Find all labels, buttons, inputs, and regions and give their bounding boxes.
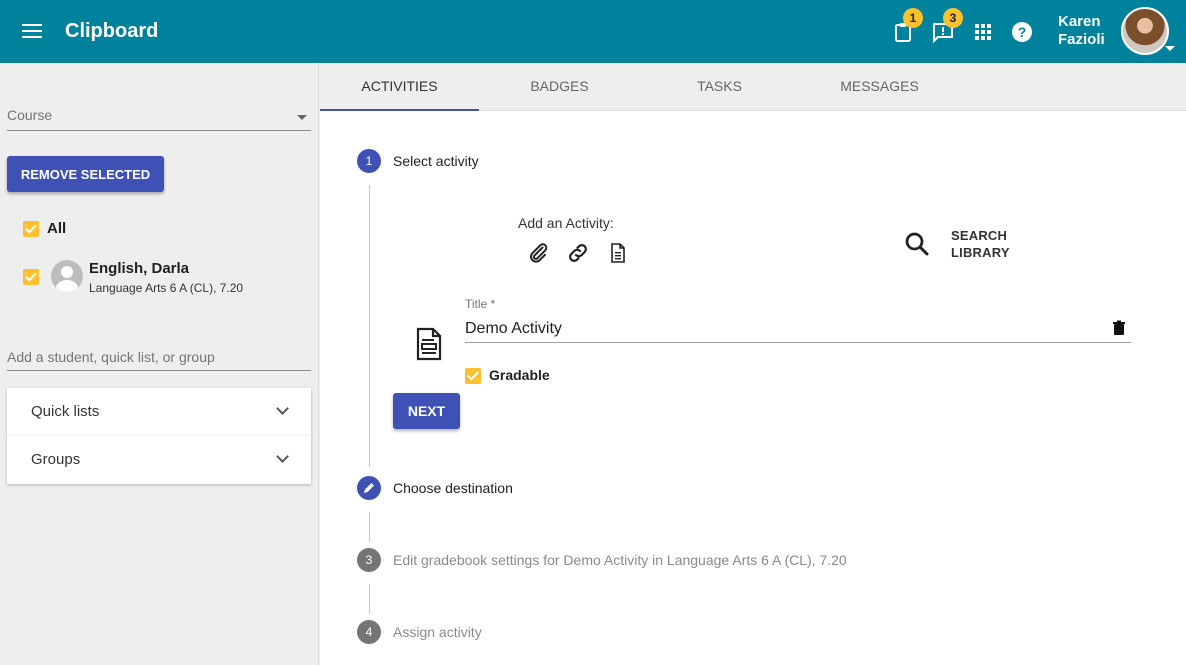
title-field-label: Title * (465, 297, 496, 311)
trash-icon[interactable] (1112, 320, 1126, 336)
edit-pencil-icon (364, 483, 374, 493)
messages-badge: 3 (943, 8, 963, 28)
caret-down-icon[interactable] (1165, 46, 1175, 51)
tab-messages[interactable]: MESSAGES (800, 63, 959, 111)
app-title: Clipboard (65, 20, 159, 42)
groups-panel[interactable]: Groups (7, 436, 311, 484)
student-avatar-icon (51, 260, 83, 292)
course-placeholder: Course (7, 107, 53, 123)
student-checkbox[interactable] (23, 269, 39, 285)
gradable-checkbox[interactable] (465, 368, 481, 384)
step-connector (369, 512, 370, 542)
tab-bar: ACTIVITIES BADGES TASKS MESSAGES (320, 63, 1186, 111)
link-icon[interactable] (566, 241, 590, 265)
title-input[interactable] (465, 315, 1131, 343)
clipboard-icon[interactable]: 1 (891, 8, 923, 44)
step-4-label: Assign activity (393, 624, 482, 640)
next-button[interactable]: NEXT (393, 393, 460, 429)
clipboard-badge: 1 (903, 8, 923, 28)
apps-grid-icon[interactable] (971, 20, 995, 44)
tab-tasks[interactable]: TASKS (640, 63, 799, 111)
document-icon[interactable] (606, 241, 630, 265)
chevron-down-icon (276, 450, 289, 463)
chevron-down-icon (276, 402, 289, 415)
quick-lists-panel[interactable]: Quick lists (7, 388, 311, 436)
step-connector (369, 584, 370, 614)
svg-text:?: ? (1018, 24, 1027, 40)
course-select[interactable]: Course (7, 107, 311, 131)
step-2-circle (357, 476, 381, 500)
step-3-circle: 3 (357, 548, 381, 572)
step-1-circle: 1 (357, 149, 381, 173)
step-2-label: Choose destination (393, 480, 513, 496)
step-3-label: Edit gradebook settings for Demo Activit… (393, 552, 847, 568)
panel-label: Groups (31, 451, 81, 468)
caret-down-icon (297, 115, 307, 120)
user-name[interactable]: Karen Fazioli (1058, 13, 1105, 49)
user-last-name: Fazioli (1058, 31, 1105, 48)
search-icon (905, 232, 929, 256)
add-activity-label: Add an Activity: (518, 215, 614, 231)
step-1-label: Select activity (393, 153, 479, 169)
user-avatar[interactable] (1121, 7, 1169, 55)
step-connector (369, 185, 370, 467)
search-library-button[interactable]: SEARCH LIBRARY (902, 227, 1012, 267)
activity-document-icon (415, 326, 443, 362)
sidebar: Course REMOVE SELECTED All English, Darl… (0, 63, 319, 665)
menu-icon[interactable] (22, 20, 48, 42)
search-library-label: SEARCH LIBRARY (951, 227, 1010, 261)
app-bar: Clipboard 1 3 ? Karen Fazioli (0, 0, 1186, 63)
remove-selected-button[interactable]: REMOVE SELECTED (7, 156, 164, 192)
panel-label: Quick lists (31, 403, 100, 420)
all-checkbox[interactable] (23, 221, 39, 237)
student-course: Language Arts 6 A (CL), 7.20 (89, 281, 244, 295)
search-library-line1: SEARCH (951, 228, 1008, 243)
student-name: English, Darla (89, 260, 190, 277)
search-library-line2: LIBRARY (951, 245, 1010, 260)
tab-activities[interactable]: ACTIVITIES (320, 63, 479, 111)
main-content: ACTIVITIES BADGES TASKS MESSAGES 1 Selec… (320, 63, 1186, 665)
add-student-input[interactable] (7, 343, 311, 371)
tab-badges[interactable]: BADGES (480, 63, 639, 111)
feedback-icon[interactable]: 3 (931, 8, 963, 44)
gradable-label: Gradable (489, 367, 550, 383)
all-label: All (47, 220, 67, 237)
attachment-icon[interactable] (526, 241, 550, 265)
help-icon[interactable]: ? (1010, 20, 1034, 44)
step-4-circle: 4 (357, 620, 381, 644)
user-first-name: Karen (1058, 13, 1101, 30)
